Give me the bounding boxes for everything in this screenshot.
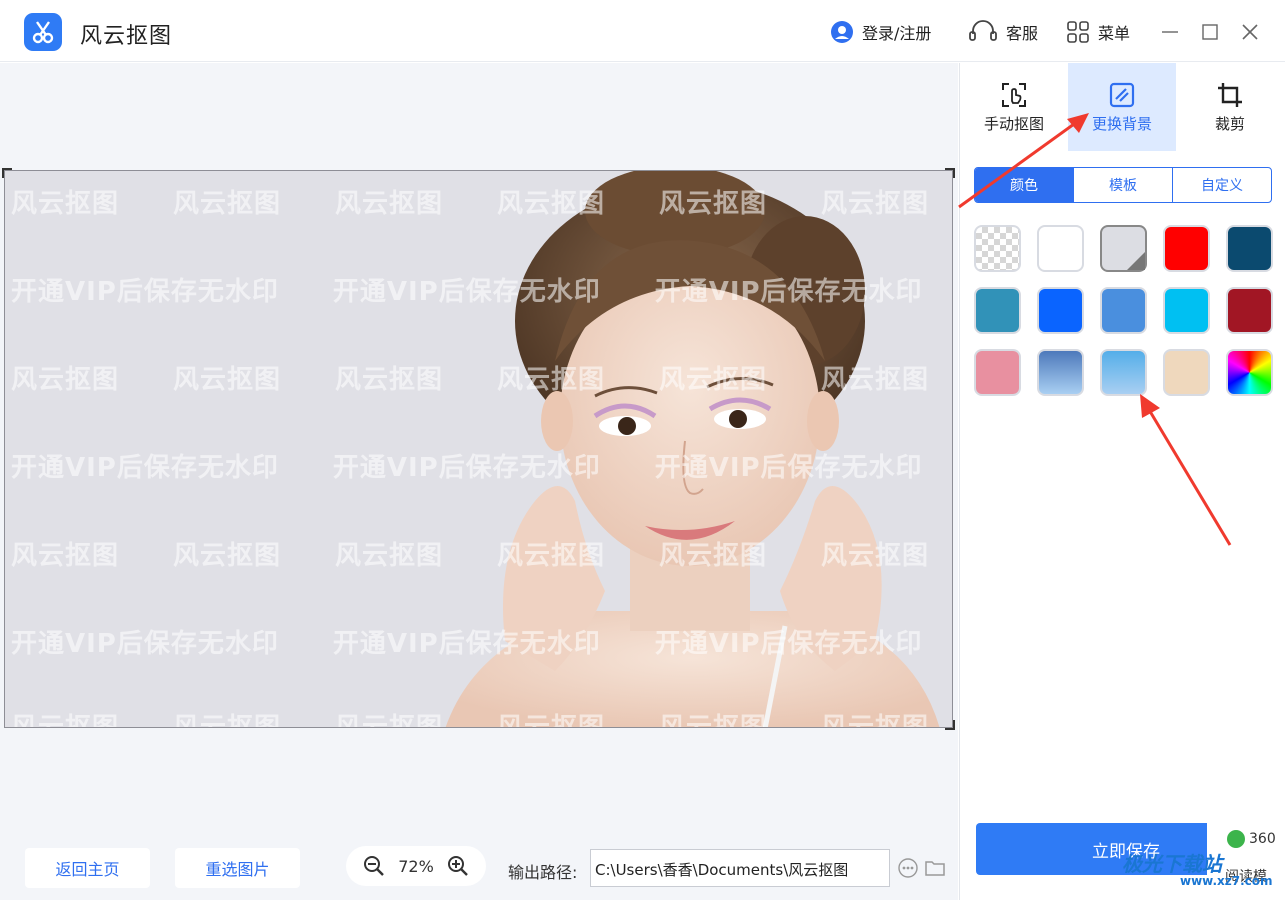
color-swatch-teal-blue[interactable]: [974, 287, 1021, 334]
zoom-control: 72%: [346, 846, 486, 886]
minimize-button[interactable]: [1158, 20, 1182, 44]
tab-manual-cutout[interactable]: 手动抠图: [960, 63, 1068, 151]
popup-row: 360: [1227, 830, 1276, 848]
output-path-label: 输出路径:: [508, 863, 578, 882]
user-icon: [831, 21, 853, 43]
color-swatch-light-gray[interactable]: [1100, 225, 1147, 272]
selected-check-icon: [1127, 252, 1145, 270]
crop-corner-handle[interactable]: [945, 168, 955, 178]
login-label: 登录/注册: [862, 24, 932, 43]
minimize-icon: [1162, 31, 1178, 33]
watermark-row: 风云抠图 风云抠图 风云抠图 风云抠图 风云抠图 风云抠图 风云抠图: [11, 365, 952, 395]
color-swatch-light-blue-gradient[interactable]: [1100, 349, 1147, 396]
color-swatch-beige[interactable]: [1163, 349, 1210, 396]
title-bar: 风云抠图 登录/注册 客服 菜单: [0, 0, 1285, 62]
output-path-field[interactable]: C:\Users\香香\Documents\风云抠图: [590, 849, 890, 887]
zoom-out-icon[interactable]: [363, 855, 385, 877]
background-icon: [1109, 82, 1135, 107]
more-options-icon[interactable]: [897, 857, 919, 879]
zoom-in-icon[interactable]: [447, 855, 469, 877]
tab-color[interactable]: 颜色: [975, 168, 1073, 202]
watermark-row: 风云抠图 风云抠图 风云抠图 风云抠图 风云抠图 风云抠图 风云抠图: [11, 189, 952, 219]
image-preview[interactable]: 风云抠图 风云抠图 风云抠图 风云抠图 风云抠图 风云抠图 风云抠图 开通VIP…: [4, 170, 953, 728]
canvas-area: 风云抠图 风云抠图 风云抠图 风云抠图 风云抠图 风云抠图 风云抠图 开通VIP…: [0, 63, 958, 900]
reselect-image-button[interactable]: 重选图片: [175, 848, 300, 888]
color-swatch-mid-blue[interactable]: [1100, 287, 1147, 334]
menu-label: 菜单: [1098, 24, 1131, 43]
color-swatch-transparent[interactable]: [974, 225, 1021, 272]
watermark-row: 开通VIP后保存无水印 开通VIP后保存无水印 开通VIP后保存无水印: [11, 629, 923, 659]
right-panel: 手动抠图 更换背景 裁剪 颜色 模板 自定义 立即保存: [959, 63, 1285, 900]
color-swatch-steel-blue-gradient[interactable]: [1037, 349, 1084, 396]
tab-label: 手动抠图: [983, 114, 1044, 133]
hand-select-icon: [1002, 82, 1026, 107]
scissors-icon: [32, 21, 54, 44]
color-swatch-white[interactable]: [1037, 225, 1084, 272]
site-watermark-url: www.xz7.com: [1180, 874, 1273, 888]
watermark-row: 风云抠图 风云抠图 风云抠图 风云抠图 风云抠图 风云抠图 风云抠图: [11, 713, 952, 728]
menu-button[interactable]: 菜单: [1066, 20, 1130, 44]
crop-corner-handle[interactable]: [2, 168, 12, 178]
browser-logo-icon: [1227, 830, 1245, 848]
tab-custom[interactable]: 自定义: [1172, 168, 1271, 202]
color-swatch-pink[interactable]: [974, 349, 1021, 396]
site-watermark-logo: 极光下载站: [1122, 852, 1222, 876]
tab-label: 裁剪: [1214, 114, 1245, 133]
watermark-row: 开通VIP后保存无水印 开通VIP后保存无水印 开通VIP后保存无水印: [11, 453, 923, 483]
close-icon: [1242, 24, 1258, 40]
tab-template[interactable]: 模板: [1073, 168, 1172, 202]
tab-crop[interactable]: 裁剪: [1176, 63, 1284, 151]
return-home-button[interactable]: 返回主页: [25, 848, 150, 888]
login-button[interactable]: 登录/注册: [830, 20, 931, 44]
color-swatch-rainbow[interactable]: [1226, 349, 1273, 396]
color-swatch-dark-red[interactable]: [1226, 287, 1273, 334]
crop-corner-handle[interactable]: [945, 720, 955, 730]
tab-replace-background[interactable]: 更换背景: [1068, 63, 1176, 151]
color-swatch-sky-blue[interactable]: [1163, 287, 1210, 334]
folder-icon[interactable]: [924, 858, 946, 878]
headset-icon: [969, 20, 997, 41]
background-type-tabs: 颜色 模板 自定义: [974, 167, 1272, 203]
zoom-level: 72%: [398, 856, 434, 876]
service-label: 客服: [1006, 24, 1039, 43]
popup-text: 360: [1249, 831, 1276, 847]
crop-icon: [1218, 82, 1242, 107]
maximize-icon: [1202, 24, 1218, 40]
color-swatch-dark-navy[interactable]: [1226, 225, 1273, 272]
grid-icon: [1067, 21, 1089, 43]
color-swatch-red[interactable]: [1163, 225, 1210, 272]
tab-label: 更换背景: [1091, 114, 1152, 133]
watermark-row: 风云抠图 风云抠图 风云抠图 风云抠图 风云抠图 风云抠图 风云抠图: [11, 541, 952, 571]
service-button[interactable]: 客服: [968, 20, 1038, 44]
maximize-button[interactable]: [1198, 20, 1222, 44]
watermark-row: 开通VIP后保存无水印 开通VIP后保存无水印 开通VIP后保存无水印: [11, 277, 923, 307]
app-logo: [24, 13, 62, 51]
app-title: 风云抠图: [80, 24, 173, 49]
close-button[interactable]: [1238, 20, 1262, 44]
color-swatch-blue[interactable]: [1037, 287, 1084, 334]
